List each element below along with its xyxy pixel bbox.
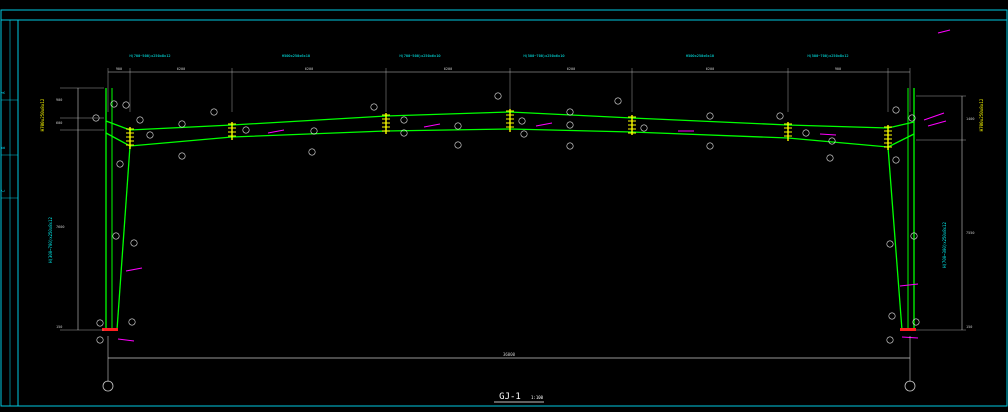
callout-bubble-18 [518, 117, 526, 125]
left-dim-text-1: 600 [56, 121, 62, 125]
section-arrow-9 [937, 29, 951, 34]
callout-bubble-13 [400, 116, 408, 124]
top-dim-text-1: 6200 [177, 67, 185, 71]
callout-bubble-15 [454, 122, 462, 130]
callout-bubble-22 [566, 142, 574, 150]
callout-bubble-28 [802, 129, 810, 137]
callout-bubble-35 [886, 240, 894, 248]
callout-bubble-17 [494, 92, 502, 100]
drawing-border [0, 9, 1008, 407]
callout-bubble-30 [826, 154, 834, 162]
section-arrows [117, 29, 951, 342]
portal-frame [102, 88, 916, 331]
left-dim-text-3: 150 [56, 325, 62, 329]
callout-bubble-6 [178, 120, 186, 128]
left-strip-marks: A B C [1, 91, 18, 199]
top-section-label-4: H500x250x6x10 [686, 54, 714, 58]
top-dim-text-4: 6200 [567, 67, 575, 71]
callout-bubble-11 [308, 148, 316, 156]
section-arrow-5 [819, 133, 837, 136]
right-column-label: H(700~300)x250x8x12 [942, 222, 947, 268]
callout-bubble-40 [128, 318, 136, 326]
left-column-label: H(300~700)x250x8x12 [48, 217, 53, 263]
callout-bubble-33 [892, 156, 900, 164]
callout-bubble-25 [706, 112, 714, 120]
top-section-label-3: H(500~700)x250x6x10 [523, 54, 564, 58]
drawing-scale: 1:100 [531, 395, 544, 400]
section-arrow-2 [423, 123, 441, 128]
left-dim-text-0: 900 [56, 98, 62, 102]
right-dim-text-1: 7550 [966, 231, 974, 235]
callout-bubble-37 [130, 239, 138, 247]
right-dim-text-0: 1400 [966, 117, 974, 121]
callout-bubble-19 [520, 130, 528, 138]
section-arrow-10 [117, 338, 135, 342]
callout-bubble-9 [242, 126, 250, 134]
callout-bubble-4 [146, 131, 154, 139]
part-callouts [92, 92, 920, 344]
section-arrow-3 [535, 122, 553, 127]
callout-bubble-3 [136, 116, 144, 124]
section-arrow-8 [899, 283, 919, 287]
top-dimension-chain: 900 6200 6200 6200 6200 6200 900 [107, 67, 911, 112]
callout-bubble-2 [122, 101, 130, 109]
top-dim-text-2: 6200 [305, 67, 313, 71]
callout-bubble-7 [178, 152, 186, 160]
cad-drawing-canvas[interactable]: A B C 900 6200 6200 6200 6200 6200 900 H(700~500… [0, 0, 1008, 408]
callout-bubble-12 [370, 103, 378, 111]
right-top-label: H700x250x8x12 [979, 98, 984, 131]
grid-bubble-left [102, 380, 114, 392]
top-dim-text-6: 900 [835, 67, 841, 71]
top-section-labels: H(700~500)x250x8x12 H500x250x6x10 H(700~50… [129, 54, 848, 58]
top-section-label-0: H(700~500)x250x8x12 [129, 54, 170, 58]
section-arrow-1 [267, 129, 285, 134]
side-dimensions: 900 600 7600 150 H700x250x8x12 H(300~700)x250… [40, 87, 984, 331]
left-dim-text-2: 7600 [56, 225, 64, 229]
callout-bubble-21 [566, 121, 574, 129]
top-section-label-2: H(700~500)x250x6x10 [399, 54, 440, 58]
callout-bubble-27 [776, 112, 784, 120]
callout-bubble-26 [706, 142, 714, 150]
top-dim-text-5: 6200 [706, 67, 714, 71]
callout-bubble-8 [210, 108, 218, 116]
right-column-inner-flange [887, 146, 903, 331]
callout-bubble-42 [886, 336, 894, 344]
top-section-label-1: H500x250x6x10 [282, 54, 310, 58]
left-base-plate [102, 328, 118, 331]
callout-bubble-16 [454, 141, 462, 149]
section-arrow-7 [927, 120, 947, 127]
callout-bubble-20 [566, 108, 574, 116]
strip-mark-2: C [1, 189, 6, 192]
drawing-title: GJ-1 [499, 392, 521, 402]
drawing-svg: A B C 900 6200 6200 6200 6200 6200 900 H(700~500… [0, 9, 1008, 407]
callout-bubble-23 [614, 97, 622, 105]
callout-bubble-5 [116, 160, 124, 168]
strip-mark-1: B [1, 146, 6, 149]
callout-bubble-38 [96, 319, 104, 327]
callout-bubble-39 [96, 336, 104, 344]
section-arrow-6 [923, 112, 945, 121]
left-top-label: H700x250x8x12 [40, 98, 45, 131]
top-dim-text-3: 6200 [444, 67, 452, 71]
top-section-label-5: H(500~700)x250x8x12 [807, 54, 848, 58]
callout-bubble-41 [888, 312, 896, 320]
right-dim-text-2: 150 [966, 325, 972, 329]
right-base-plate [900, 328, 916, 331]
left-column-inner-flange [116, 145, 131, 331]
overall-span-text: 36000 [503, 352, 516, 357]
grid-bubble-right [904, 380, 916, 392]
callout-bubble-36 [112, 232, 120, 240]
section-arrow-0 [125, 267, 143, 272]
strip-mark-0: A [1, 91, 6, 94]
top-dim-text-0: 900 [116, 67, 122, 71]
callout-bubble-24 [640, 124, 648, 132]
callout-bubble-29 [828, 137, 836, 145]
callout-bubble-31 [892, 106, 900, 114]
